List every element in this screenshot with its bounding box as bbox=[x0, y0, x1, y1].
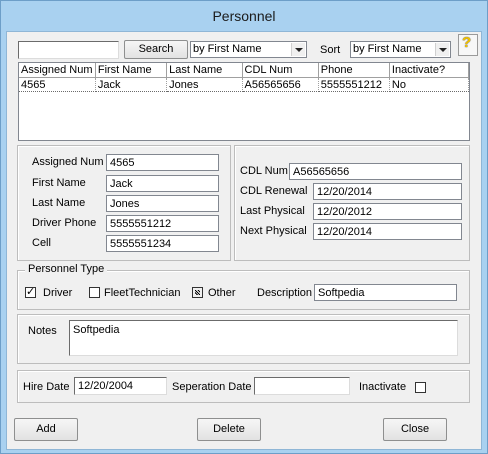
separation-date-label: Seperation Date bbox=[172, 381, 252, 393]
cell-label: Cell bbox=[32, 237, 51, 249]
search-input[interactable] bbox=[18, 41, 119, 59]
driver-checkbox[interactable]: ✓ bbox=[25, 286, 36, 298]
other-label: Other bbox=[208, 287, 236, 299]
cdl-renewal-field[interactable]: 12/20/2014 bbox=[313, 183, 462, 200]
grid-column-header[interactable]: CDL Num bbox=[242, 63, 319, 78]
grid-column-header[interactable]: Inactivate? bbox=[389, 63, 470, 78]
personnel-grid[interactable]: Assigned Num First Name Last Name CDL Num Ph… bbox=[18, 62, 470, 141]
filter-select-value: by First Name bbox=[193, 43, 262, 55]
notes-field[interactable]: Softpedia bbox=[69, 320, 458, 356]
grid-column-header[interactable]: Phone bbox=[318, 63, 390, 78]
grid-header-row: Assigned Num First Name Last Name CDL Num Ph… bbox=[19, 63, 470, 78]
search-button[interactable]: Search bbox=[124, 40, 188, 59]
inactivate-label: Inactivate bbox=[359, 381, 407, 393]
grid-column-header[interactable]: Assigned Num bbox=[19, 63, 96, 78]
first-name-field[interactable]: Jack bbox=[106, 175, 219, 192]
delete-button-label: Delete bbox=[213, 423, 245, 435]
help-icon: ? bbox=[462, 34, 472, 51]
personnel-type-legend: Personnel Type bbox=[25, 263, 108, 275]
assigned-num-label: Assigned Num bbox=[32, 156, 104, 168]
first-name-label: First Name bbox=[32, 177, 86, 189]
close-button[interactable]: Close bbox=[383, 418, 447, 441]
search-button-label: Search bbox=[138, 43, 174, 55]
hire-date-field[interactable]: 12/20/2004 bbox=[74, 377, 167, 395]
close-button-label: Close bbox=[400, 423, 430, 435]
other-checkbox[interactable] bbox=[192, 287, 203, 298]
check-icon: ✓ bbox=[26, 286, 36, 298]
cdl-num-label: CDL Num bbox=[240, 165, 288, 177]
driver-phone-field[interactable]: 5555551212 bbox=[106, 215, 219, 232]
help-button[interactable]: ? bbox=[458, 34, 478, 56]
last-name-label: Last Name bbox=[32, 197, 86, 209]
inactivate-checkbox[interactable] bbox=[415, 382, 426, 393]
assigned-num-field[interactable]: 4565 bbox=[106, 154, 219, 171]
grid-column-header[interactable]: First Name bbox=[95, 63, 168, 78]
sort-select-value: by First Name bbox=[353, 43, 422, 55]
notes-label: Notes bbox=[28, 325, 57, 337]
chevron-down-icon[interactable] bbox=[291, 43, 305, 56]
window-title: Personnel bbox=[212, 8, 276, 24]
driver-label: Driver bbox=[43, 287, 73, 299]
last-physical-label: Last Physical bbox=[240, 205, 305, 217]
separation-date-field[interactable] bbox=[254, 377, 350, 395]
grid-column-header[interactable]: Last Name bbox=[166, 63, 243, 78]
table-cell: Jones bbox=[166, 77, 243, 92]
next-physical-field[interactable]: 12/20/2014 bbox=[313, 223, 462, 240]
delete-button[interactable]: Delete bbox=[197, 418, 261, 441]
add-button[interactable]: Add bbox=[14, 418, 78, 441]
sort-label: Sort bbox=[320, 44, 341, 56]
fleet-technician-label: FleetTechnician bbox=[104, 287, 181, 299]
sort-select[interactable]: by First Name bbox=[350, 41, 451, 58]
table-cell: No bbox=[389, 77, 470, 92]
hire-date-label: Hire Date bbox=[23, 381, 70, 393]
table-cell: 5555551212 bbox=[318, 77, 390, 92]
filter-select[interactable]: by First Name bbox=[190, 41, 307, 58]
driver-phone-label: Driver Phone bbox=[32, 217, 97, 229]
grid-table: Assigned Num First Name Last Name CDL Num Ph… bbox=[19, 63, 470, 92]
add-button-label: Add bbox=[36, 423, 56, 435]
cdl-renewal-label: CDL Renewal bbox=[240, 185, 308, 197]
table-cell: 4565 bbox=[19, 77, 96, 92]
table-row[interactable]: 4565 Jack Jones A56565656 5555551212 No bbox=[19, 77, 470, 92]
description-label: Description bbox=[257, 287, 313, 299]
cdl-num-field[interactable]: A56565656 bbox=[289, 163, 462, 180]
client-area: Search by First Name Sort by First Name … bbox=[6, 31, 482, 450]
last-physical-field[interactable]: 12/20/2012 bbox=[313, 203, 462, 220]
table-cell: Jack bbox=[95, 77, 168, 92]
table-cell: A56565656 bbox=[242, 77, 319, 92]
chevron-down-icon[interactable] bbox=[435, 43, 449, 56]
cell-field[interactable]: 5555551234 bbox=[106, 235, 219, 252]
fleet-technician-checkbox[interactable] bbox=[89, 287, 100, 298]
next-physical-label: Next Physical bbox=[240, 225, 307, 237]
description-field[interactable]: Softpedia bbox=[314, 284, 457, 301]
last-name-field[interactable]: Jones bbox=[106, 195, 219, 212]
